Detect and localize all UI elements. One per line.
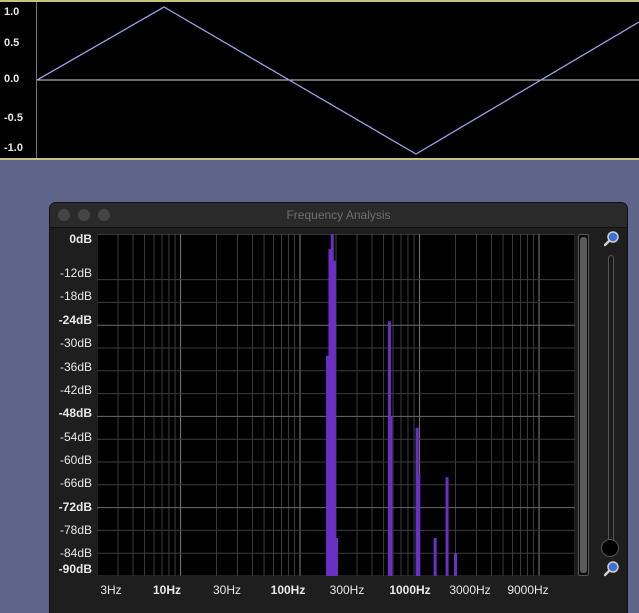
- hz-label-300: 300Hz: [329, 583, 365, 597]
- waveform-track[interactable]: 1.0 0.5 0.0 -0.5 -1.0: [0, 0, 639, 160]
- ruler-label-5: -1.0: [4, 142, 23, 154]
- spectrum-peak: [417, 473, 421, 576]
- hz-label-9000: 9000Hz: [507, 583, 549, 597]
- db-label-0: 0dB: [69, 232, 92, 246]
- db-label-30: -30dB: [59, 336, 92, 350]
- db-label-42: -42dB: [59, 383, 92, 397]
- hz-label-30: 30Hz: [212, 583, 242, 597]
- hz-label-1000: 1000Hz: [389, 583, 431, 597]
- db-label-78: -78dB: [59, 523, 92, 537]
- window-titlebar[interactable]: Frequency Analysis: [50, 203, 627, 228]
- frequency-analysis-window: Frequency Analysis 0dB -12dB -18dB -24dB…: [50, 203, 627, 613]
- spectrum-peak: [332, 260, 336, 576]
- db-label-90: -90dB: [58, 562, 92, 576]
- db-label-48: -48dB: [58, 406, 92, 420]
- scrollbar-thumb[interactable]: [580, 237, 587, 573]
- zoom-slider-track[interactable]: [608, 255, 614, 555]
- hz-label-3000: 3000Hz: [449, 583, 491, 597]
- db-label-18: -18dB: [59, 289, 92, 303]
- hz-label-100: 100Hz: [270, 583, 306, 597]
- amplitude-ruler: 1.0 0.5 0.0 -0.5 -1.0: [0, 2, 37, 158]
- spectrum-peak: [433, 538, 437, 576]
- spectrum-peak: [335, 538, 339, 576]
- spectrum-peak: [389, 416, 393, 576]
- spectrum-peak: [454, 553, 457, 576]
- db-label-24: -24dB: [58, 313, 92, 327]
- db-label-60: -60dB: [59, 453, 92, 467]
- waveform-display[interactable]: [37, 2, 639, 158]
- spectrum-chart: [97, 234, 575, 576]
- hz-label-10: 10Hz: [152, 583, 182, 597]
- zoom-in-icon[interactable]: [602, 230, 620, 248]
- db-label-54: -54dB: [59, 430, 92, 444]
- db-label-66: -66dB: [59, 476, 92, 490]
- db-label-84: -84dB: [59, 546, 92, 560]
- window-title: Frequency Analysis: [286, 208, 391, 222]
- db-label-72: -72dB: [58, 500, 92, 514]
- ruler-label-1: 1.0: [4, 6, 20, 18]
- spectrum-peak: [445, 477, 449, 576]
- ruler-label-3: 0.0: [4, 73, 20, 85]
- zoom-out-icon[interactable]: [602, 560, 620, 578]
- zoom-slider-knob[interactable]: [601, 539, 619, 557]
- ruler-label-4: -0.5: [4, 112, 23, 124]
- db-label-36: -36dB: [59, 360, 92, 374]
- hz-label-3: 3Hz: [100, 583, 122, 597]
- vertical-scrollbar[interactable]: [578, 234, 589, 576]
- ruler-label-2: 0.5: [4, 37, 20, 49]
- db-label-12: -12dB: [59, 266, 92, 280]
